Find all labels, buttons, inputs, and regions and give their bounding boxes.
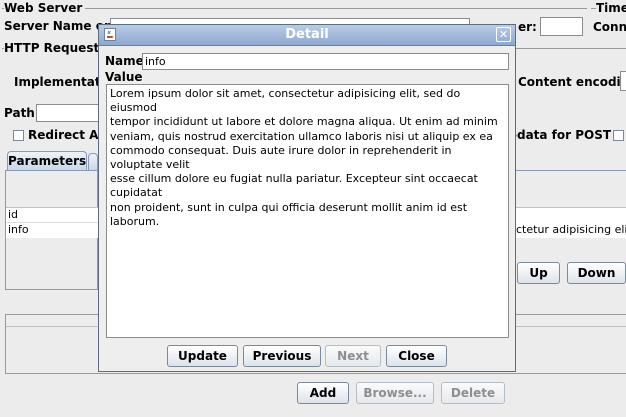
up-button[interactable]: Up [517,262,560,284]
add-button[interactable]: Add [297,382,349,404]
update-button[interactable]: Update [167,345,238,367]
browse-button[interactable]: Browse... [356,382,434,404]
param-name-id[interactable]: id [8,208,18,221]
web-server-group-border [2,8,587,9]
tab-parameters-label: Parameters [8,154,87,168]
detail-dialog: Detail ✕ Name: info Value Lorem ipsum do… [98,24,516,372]
dialog-title-bar[interactable]: Detail ✕ [99,25,515,46]
close-icon[interactable]: ✕ [496,27,511,42]
connect-label: Conne [593,20,626,34]
value-label: Value [105,70,143,84]
http-request-group-title: HTTP Request [4,41,103,55]
multipart-checkbox[interactable] [613,130,624,141]
redirect-checkbox[interactable] [13,130,24,141]
down-button[interactable]: Down [567,262,626,284]
close-button[interactable]: Close [386,345,447,367]
path-input[interactable] [36,104,106,122]
name-field[interactable]: info [142,53,509,70]
port-number-label: er: [518,20,537,34]
content-encoding-label: Content encoding: [518,75,626,89]
value-textarea[interactable]: Lorem ipsum dolor sit amet, consectetur … [106,84,509,338]
path-label: Path: [4,106,40,120]
dialog-title: Detail [285,27,329,42]
tab-parameters[interactable]: Parameters [7,151,87,170]
row-divider [6,222,98,223]
tab-next[interactable] [88,153,98,170]
timeouts-group-title: Time [596,1,626,15]
content-encoding-input[interactable] [620,71,626,91]
param-name-info[interactable]: info [8,223,29,236]
port-number-input[interactable] [540,17,583,36]
next-button[interactable]: Next [325,345,381,367]
delete-button[interactable]: Delete [441,382,505,404]
param-value-info[interactable]: ctetur adipisicing elit, [516,223,626,236]
multipart-label: -data for POST [512,128,612,142]
previous-button[interactable]: Previous [243,345,321,367]
web-server-group-title: Web Server [4,1,86,15]
